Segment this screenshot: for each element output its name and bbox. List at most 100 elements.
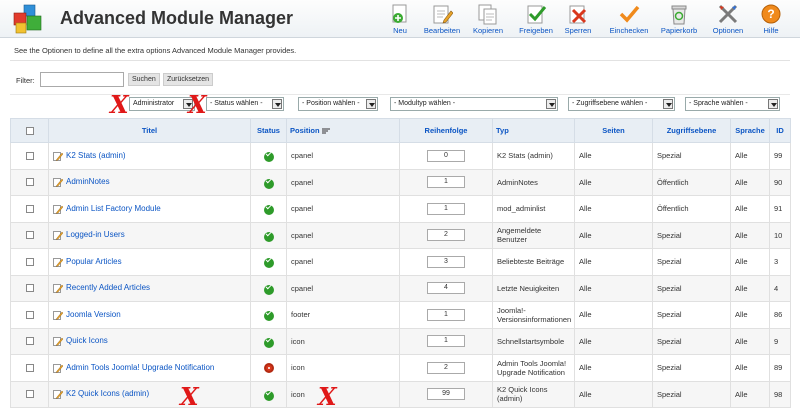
ordering-input[interactable]: 4	[427, 282, 465, 295]
edit-button[interactable]: Bearbeiten	[417, 3, 467, 35]
module-title-link[interactable]: Recently Added Articles	[66, 283, 150, 292]
ordering-input[interactable]: 99	[427, 388, 465, 401]
unpublish-button[interactable]: Sperren	[553, 3, 603, 35]
id-column-header[interactable]: ID	[769, 118, 791, 143]
status-select[interactable]: - Status wählen -	[206, 97, 284, 111]
edit-pencil-icon[interactable]	[53, 337, 63, 346]
position-select[interactable]: - Position wählen -	[298, 97, 378, 111]
help-button[interactable]: ? Hilfe	[746, 3, 796, 35]
access-column-header[interactable]: Zugriffsebene	[652, 118, 731, 143]
modules-table: Titel Status Position Reihenfolge Typ Se…	[10, 118, 791, 408]
checkin-button[interactable]: Einchecken	[604, 3, 654, 35]
edit-pencil-icon[interactable]	[53, 363, 63, 373]
access-cell: Spezial	[652, 142, 731, 170]
published-icon[interactable]	[263, 178, 274, 189]
module-title-link[interactable]: Admin List Factory Module	[66, 204, 161, 213]
published-icon[interactable]	[263, 337, 274, 348]
access-level-select-value: - Zugriffsebene wählen -	[572, 100, 648, 107]
annotation-mark: X	[110, 90, 129, 119]
type-cell: Letzte Neuigkeiten	[492, 274, 575, 302]
row-checkbox[interactable]	[25, 310, 34, 319]
ordering-input[interactable]: 2	[427, 361, 465, 374]
edit-pencil-icon[interactable]	[53, 178, 63, 187]
status-cell	[250, 327, 287, 355]
pages-cell: Alle	[574, 248, 653, 276]
type-cell: K2 Quick Icons (admin)	[492, 380, 575, 408]
edit-pencil-icon[interactable]	[53, 257, 63, 267]
row-checkbox[interactable]	[25, 363, 34, 372]
position-column-header[interactable]: Position	[286, 118, 400, 143]
pages-column-header[interactable]: Seiten	[574, 118, 653, 143]
ordering-input[interactable]: 0	[427, 149, 465, 162]
type-column-header[interactable]: Typ	[492, 118, 575, 143]
ordering-cell: 2	[399, 221, 493, 249]
client-select[interactable]: Administrator	[129, 97, 195, 111]
type-cell: mod_adminlist	[492, 195, 575, 223]
search-button[interactable]: Suchen	[128, 73, 160, 86]
ordering-cell: 3	[399, 248, 493, 276]
edit-pencil-icon[interactable]	[53, 390, 63, 399]
module-title-link[interactable]: Logged-in Users	[66, 230, 125, 239]
ordering-input[interactable]: 2	[427, 229, 465, 242]
filter-search-input[interactable]	[40, 72, 124, 87]
published-icon[interactable]	[263, 152, 274, 163]
filter-label: Filter:	[16, 76, 35, 85]
module-title-link[interactable]: K2 Quick Icons (admin)	[66, 389, 149, 398]
row-checkbox[interactable]	[25, 151, 34, 160]
options-icon	[718, 4, 738, 24]
published-icon[interactable]	[263, 311, 274, 322]
select-all-header[interactable]	[10, 118, 49, 143]
module-type-select[interactable]: - Modultyp wählen -	[390, 97, 558, 111]
row-checkbox[interactable]	[25, 337, 34, 346]
row-checkbox[interactable]	[25, 257, 34, 266]
status-select-value: - Status wählen -	[210, 100, 263, 107]
ordering-input[interactable]: 1	[427, 308, 465, 321]
ordering-input[interactable]: 1	[427, 202, 465, 215]
edit-pencil-icon[interactable]	[53, 310, 63, 320]
copy-label: Kopieren	[472, 26, 504, 35]
ordering-input[interactable]: 1	[427, 335, 465, 348]
language-cell: Alle	[730, 168, 770, 196]
title-column-header[interactable]: Titel	[48, 118, 251, 143]
unpublish-icon	[569, 5, 587, 24]
module-title-link[interactable]: Admin Tools Joomla! Upgrade Notification	[66, 363, 214, 372]
ordering-input[interactable]: 1	[427, 176, 465, 189]
trash-button[interactable]: Papierkorb	[654, 3, 704, 35]
published-icon[interactable]	[263, 231, 274, 242]
edit-pencil-icon[interactable]	[53, 284, 63, 293]
module-title-link[interactable]: K2 Stats (admin)	[66, 151, 126, 160]
row-checkbox[interactable]	[25, 390, 34, 399]
ordering-cell: 1	[399, 301, 493, 329]
access-cell: Öffentlich	[652, 168, 731, 196]
published-icon[interactable]	[263, 258, 274, 269]
module-title-link[interactable]: Popular Articles	[66, 257, 122, 266]
published-icon[interactable]	[263, 205, 274, 216]
ordering-input[interactable]: 3	[427, 255, 465, 268]
table-row: K2 Quick Icons (admin) icon 99 K2 Quick Ico…	[10, 380, 791, 408]
unpublished-icon[interactable]	[263, 362, 274, 373]
edit-pencil-icon[interactable]	[53, 151, 63, 161]
annotation-mark: X	[318, 382, 337, 411]
module-title-link[interactable]: Quick Icons	[66, 336, 108, 345]
edit-pencil-icon[interactable]	[53, 231, 63, 240]
row-checkbox[interactable]	[25, 231, 34, 240]
row-checkbox[interactable]	[25, 178, 34, 187]
edit-pencil-icon[interactable]	[53, 204, 63, 214]
ordering-column-header[interactable]: Reihenfolge	[399, 118, 493, 143]
language-column-header[interactable]: Sprache	[730, 118, 770, 143]
id-cell: 99	[769, 142, 791, 170]
page-title: Advanced Module Manager	[60, 8, 294, 28]
language-select[interactable]: - Sprache wählen -	[685, 97, 780, 111]
copy-button[interactable]: Kopieren	[463, 3, 513, 35]
row-checkbox[interactable]	[25, 284, 34, 293]
published-icon[interactable]	[263, 390, 274, 401]
row-checkbox[interactable]	[25, 204, 34, 213]
reset-button[interactable]: Zurücksetzen	[163, 73, 214, 86]
published-icon[interactable]	[263, 284, 274, 295]
select-all-checkbox[interactable]	[25, 126, 34, 135]
access-level-select[interactable]: - Zugriffsebene wählen -	[568, 97, 675, 111]
status-column-header[interactable]: Status	[250, 118, 287, 143]
module-title-link[interactable]: AdminNotes	[66, 177, 110, 186]
edit-label: Bearbeiten	[423, 26, 461, 35]
module-title-link[interactable]: Joomla Version	[66, 310, 121, 319]
